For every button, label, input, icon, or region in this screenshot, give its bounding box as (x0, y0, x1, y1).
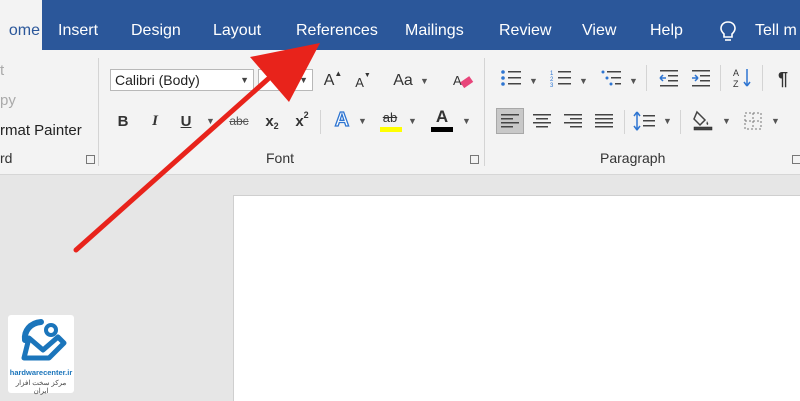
arrow-shaft (73, 76, 271, 253)
red-annotation-arrow (73, 43, 320, 253)
arrow-head (250, 43, 320, 102)
